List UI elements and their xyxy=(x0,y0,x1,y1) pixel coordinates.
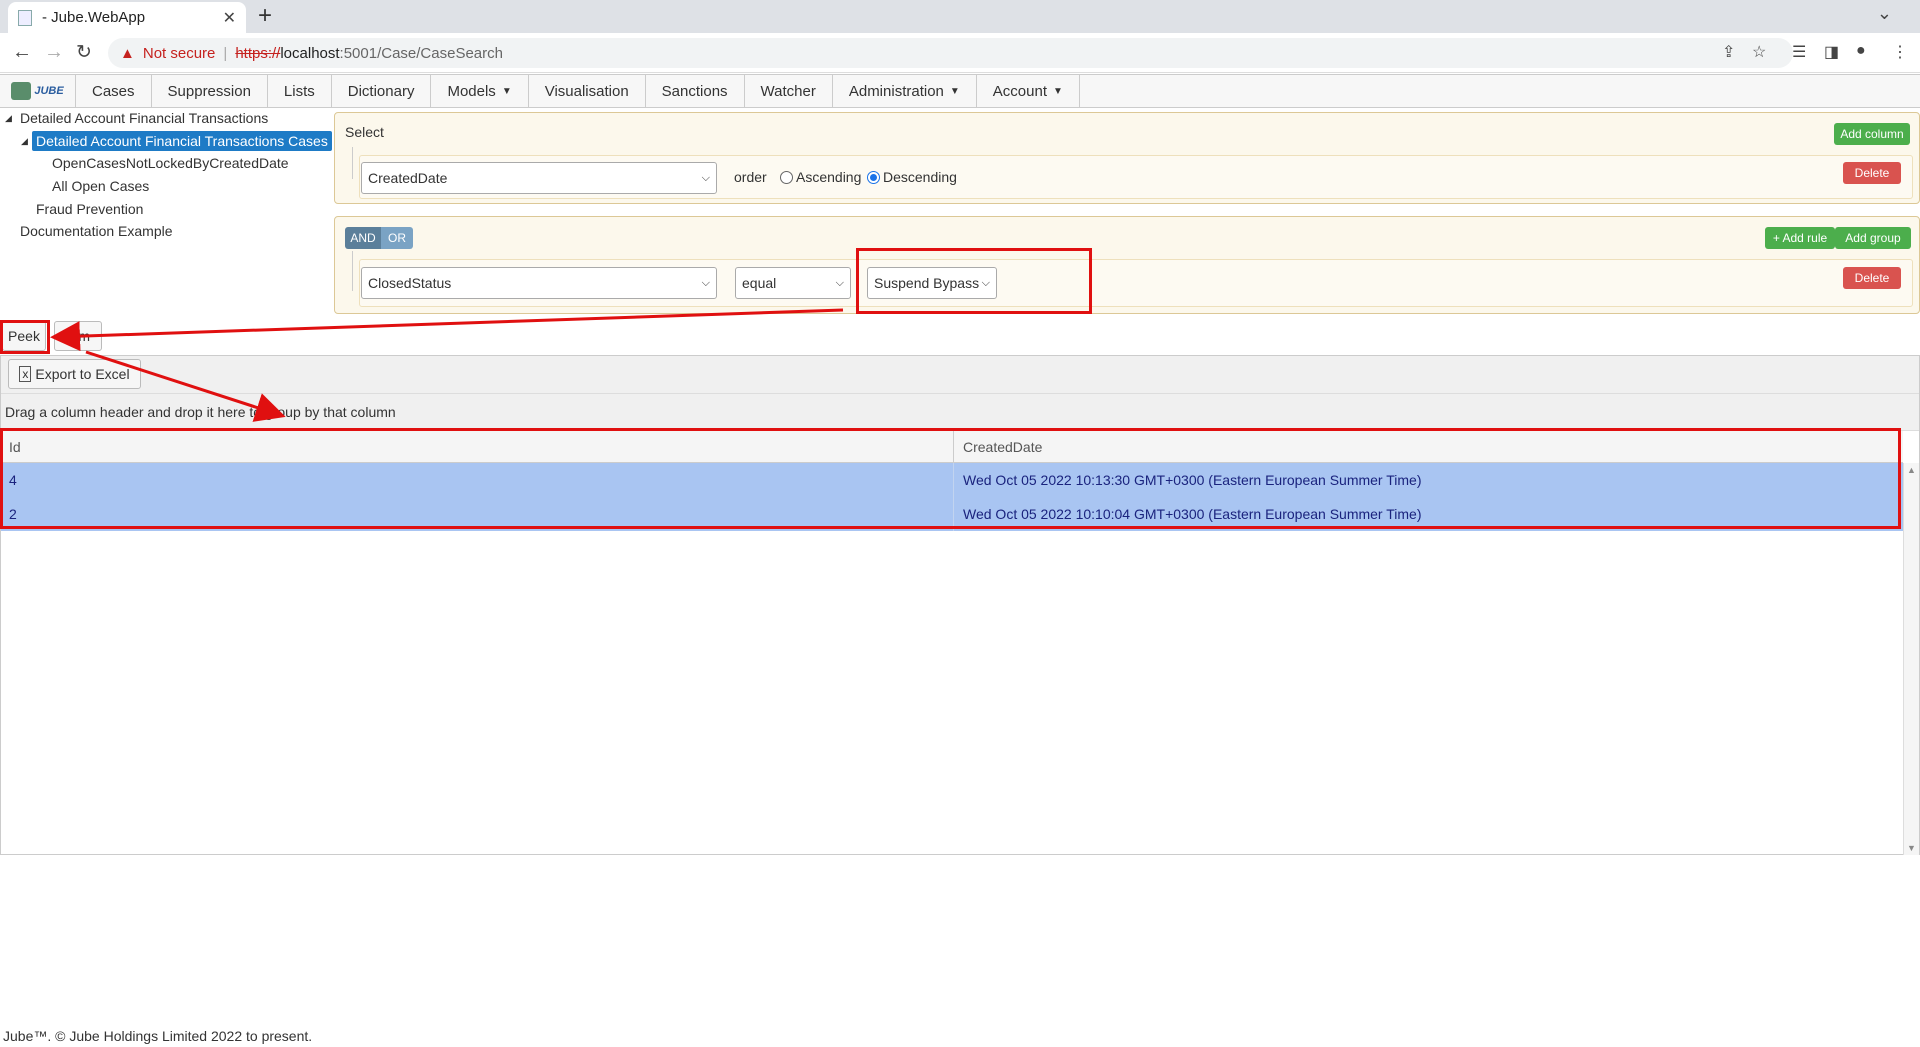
arrow-to-peek xyxy=(50,308,844,352)
annotation-arrows xyxy=(50,308,844,422)
arrow-to-results xyxy=(85,350,286,422)
